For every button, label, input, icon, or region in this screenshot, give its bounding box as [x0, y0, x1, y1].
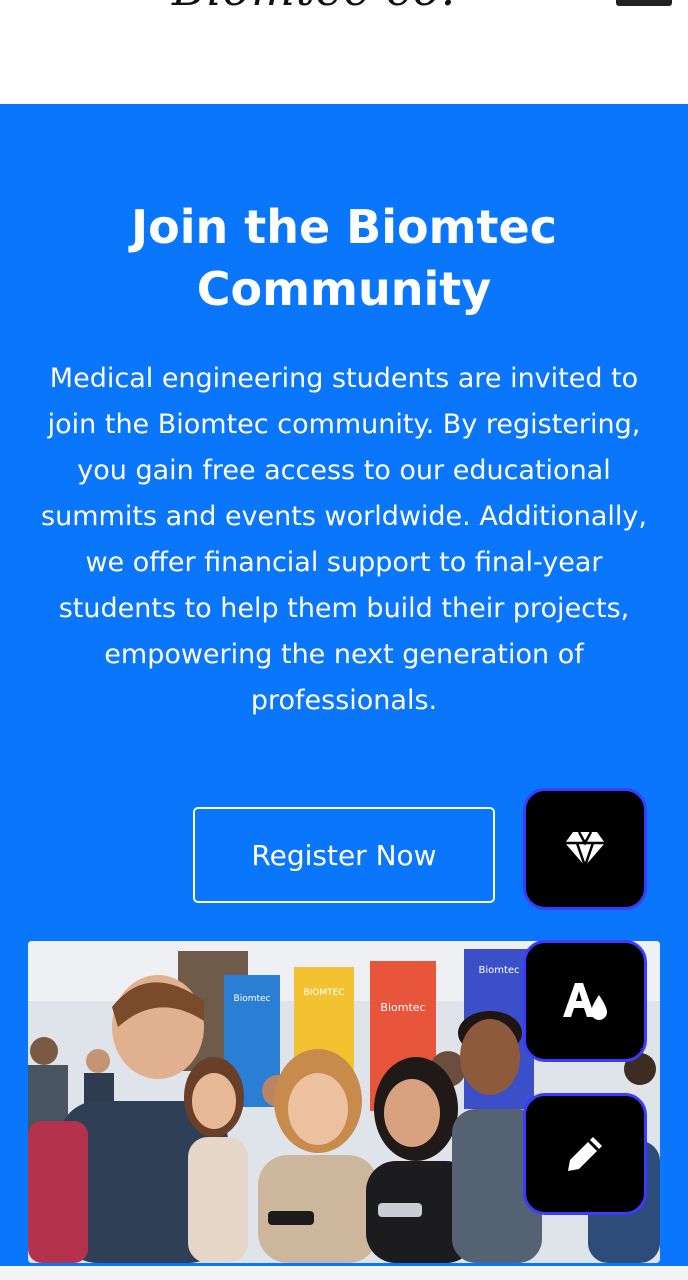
brand-logo[interactable]: Biomtec co.	[172, 0, 456, 16]
diamond-icon	[565, 831, 605, 868]
banner-text: Biomtec	[234, 994, 271, 1004]
menu-icon[interactable]	[616, 0, 672, 6]
banner-text: BIOMTEC	[303, 988, 344, 998]
register-now-button[interactable]: Register Now	[193, 807, 495, 903]
banner-text: Biomtec	[380, 1001, 425, 1014]
site-header: Biomtec co.	[0, 0, 688, 104]
banner-text: Biomtec	[478, 965, 519, 976]
join-community-section: Join the Biomtec Community Medical engin…	[0, 104, 688, 1280]
pencil-icon	[568, 1137, 602, 1171]
text-color-tool-button[interactable]	[523, 940, 647, 1062]
pencil-tool-button[interactable]	[523, 1093, 647, 1215]
page-bottom-edge	[0, 1266, 688, 1280]
section-title: Join the Biomtec Community	[130, 200, 558, 316]
diamond-tool-button[interactable]	[523, 788, 647, 910]
section-description: Medical engineering students are invited…	[41, 363, 647, 716]
text-color-icon	[563, 983, 607, 1020]
